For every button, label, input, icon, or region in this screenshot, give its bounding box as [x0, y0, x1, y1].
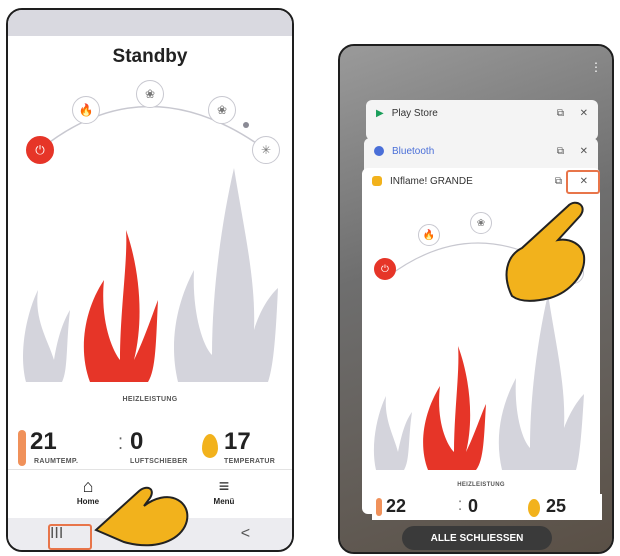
- bluetooth-icon: [374, 146, 384, 156]
- stat-room-temp-value: 21: [30, 428, 57, 455]
- split-screen-icon[interactable]: ⧉: [555, 176, 562, 187]
- more-options-icon[interactable]: ⋮: [590, 60, 602, 74]
- status-bar: [8, 10, 292, 36]
- stat-air-value: 0: [130, 428, 144, 455]
- pointing-hand-icon: [505, 201, 586, 302]
- play-store-icon: ▶: [376, 107, 384, 119]
- phone-right-screen: ⋮ ▶ Play Store ⧉ ✕ Bluetooth ⧉ ✕ INflame…: [338, 44, 614, 554]
- flame-visual: [23, 168, 278, 382]
- pointing-hand-icon: [94, 486, 189, 547]
- mini-flame-visual: [373, 294, 584, 470]
- card-title-play-store: Play Store: [391, 107, 438, 119]
- flame-small-grey: [23, 290, 70, 382]
- menu-icon: ≡: [218, 476, 230, 496]
- card-title-inflame: INflame! GRANDE: [390, 175, 473, 187]
- close-highlight: [566, 170, 600, 194]
- mini-stat-room-temp: 22: [386, 496, 407, 516]
- mini-flame-icon: [528, 499, 540, 517]
- arc-dot: [243, 122, 249, 128]
- menu-menu-label: Menü: [213, 497, 235, 506]
- recent-apps-highlight: [48, 524, 92, 550]
- flame-level-3-icon[interactable]: ❀: [208, 96, 236, 124]
- mini-power-icon: ⏻: [374, 258, 396, 280]
- mini-thermometer-icon: [376, 498, 382, 516]
- flame-level-2-icon[interactable]: ❀: [136, 80, 164, 108]
- mini-flame-icon: 🔥: [418, 224, 440, 246]
- stat-room-temp-label: RAUMTEMP.: [34, 458, 79, 465]
- mini-stat-air: 0: [468, 496, 479, 516]
- close-icon[interactable]: ✕: [580, 108, 588, 119]
- flame-icon: [202, 434, 218, 458]
- mini-heat-label: HEIZLEISTUNG: [457, 482, 505, 488]
- close-all-button[interactable]: ALLE SCHLIESSEN: [402, 526, 552, 550]
- close-icon[interactable]: ✕: [580, 146, 588, 157]
- page-title: Standby: [112, 46, 188, 67]
- thermometer-icon: [18, 430, 26, 466]
- mini-air-icon: ⁚: [458, 498, 463, 513]
- mini-stat-temp: 25: [546, 496, 567, 516]
- mini-flame-icon: ❀: [470, 212, 492, 234]
- flame-large-grey: [173, 168, 278, 382]
- card-title-bluetooth: Bluetooth: [392, 145, 435, 157]
- mini-stats-row: 22 ⁚ 0 25: [372, 494, 602, 520]
- air-slider-icon: ⁚: [118, 436, 124, 453]
- menu-menu[interactable]: ≡ Menü: [194, 476, 254, 506]
- stat-temp-label: TEMPERATUR: [224, 458, 276, 465]
- card-play-store[interactable]: ▶ Play Store ⧉ ✕: [366, 100, 598, 140]
- stat-temp-value: 17: [224, 428, 251, 455]
- flame-level-1-icon[interactable]: 🔥: [72, 96, 100, 124]
- phone-left-screen: Standby ⏻ 🔥 ❀ ❀ ✳ HEIZLEISTUNG 21 RAUMTE…: [6, 8, 294, 552]
- split-screen-icon[interactable]: ⧉: [557, 108, 564, 119]
- flame-medium-red: [83, 230, 158, 382]
- heat-label: HEIZLEISTUNG: [122, 396, 178, 403]
- inflame-app-icon: [372, 176, 382, 186]
- back-button[interactable]: <: [241, 525, 250, 543]
- split-screen-icon[interactable]: ⧉: [557, 146, 564, 157]
